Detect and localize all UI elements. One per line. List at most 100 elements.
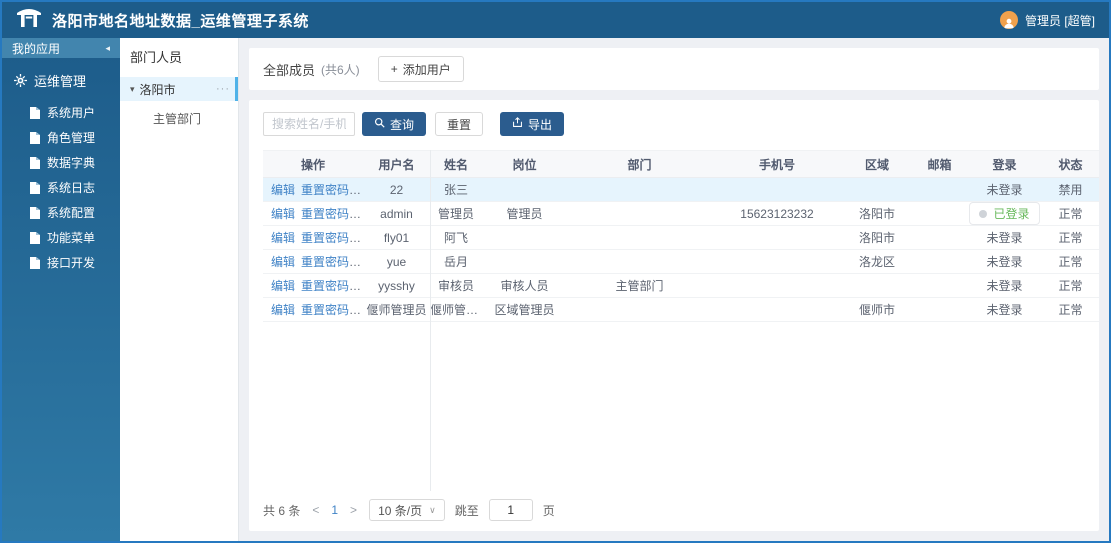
name-cell: 管理员 [430,201,482,226]
next-page-button[interactable]: > [348,503,359,517]
column-header-岗位: 岗位 [482,150,567,178]
edit-link[interactable]: 编辑 [271,303,295,317]
actions-cell: 编辑重置密码删除 [263,177,363,202]
sidebar-item-系统日志[interactable]: 系统日志 [2,175,120,200]
query-button[interactable]: 查询 [362,112,427,136]
edit-link[interactable]: 编辑 [271,231,295,245]
jump-page-input[interactable] [488,499,533,521]
current-page[interactable]: 1 [331,503,338,517]
sidebar-apps-bar[interactable]: 我的应用 ◂ [2,38,120,58]
pagination-total: 共 6 条 [263,503,301,518]
reset-password-link[interactable]: 重置密码 [301,183,349,197]
tree-caret-icon[interactable]: ▾ [130,84,135,95]
file-icon [30,231,40,244]
sidebar-item-角色管理[interactable]: 角色管理 [2,125,120,150]
dept-cell [567,201,712,226]
post-cell: 区域管理员 [482,297,567,322]
reset-password-link[interactable]: 重置密码 [301,279,349,293]
search-input[interactable] [263,112,355,136]
page-size-select[interactable]: 10 条/页 ∨ [369,499,445,521]
file-icon [30,131,40,144]
reset-password-link[interactable]: 重置密码 [301,303,349,317]
users-table-zone: 操作用户名姓名岗位部门手机号区域邮箱登录状态 编辑重置密码删除22张三未登录禁用… [263,150,1099,491]
column-header-姓名: 姓名 [430,150,482,178]
actions-cell: 编辑重置密码删除 [263,297,363,322]
login-cell: 未登录 [967,273,1042,298]
sidebar-item-系统配置[interactable]: 系统配置 [2,200,120,225]
sidebar-item-系统用户[interactable]: 系统用户 [2,100,120,125]
sidebar-item-label: 角色管理 [47,131,96,145]
column-header-操作: 操作 [263,150,363,178]
edit-link[interactable]: 编辑 [271,255,295,269]
username-cell: 22 [363,177,430,202]
username-cell: fly01 [363,225,430,250]
main-area: 全部成员 (共6人) + 添加用户 搜索姓名/手机号 查询 重置 导出 操作 用… [239,38,1109,541]
reset-password-link[interactable]: 重置密码 [301,231,349,245]
actions-cell: 编辑重置密码删除 [263,225,363,250]
sidebar-item-功能菜单[interactable]: 功能菜单 [2,225,120,250]
status-cell: 正常 [1042,273,1099,298]
sidebar-group-ops[interactable]: 运维管理 [2,58,120,100]
department-panel-title: 部门人员 [130,50,183,65]
email-cell [912,297,967,322]
prev-page-button[interactable]: < [310,503,321,517]
tree-node-city[interactable]: ▾ 洛阳市 ··· [120,77,238,101]
sidebar-item-label: 系统配置 [47,206,96,220]
members-toolbar: 全部成员 (共6人) + 添加用户 [249,48,1099,90]
email-cell [912,201,967,226]
plus-icon: + [390,62,398,76]
actions-cell: 编辑重置密码删除 [263,201,363,226]
tree-node-dept[interactable]: 主管部门 [120,101,238,127]
login-cell: 未登录 [967,177,1042,202]
column-header-状态: 状态 [1042,150,1099,178]
sidebar-item-label: 接口开发 [47,256,96,270]
dept-cell: 主管部门 [567,273,712,298]
email-cell [912,249,967,274]
region-cell: 洛阳市 [842,201,912,226]
sidebar-item-数据字典[interactable]: 数据字典 [2,150,120,175]
post-cell [482,225,567,250]
collapse-arrow-icon[interactable]: ◂ [105,43,110,54]
phone-cell [712,225,842,250]
phone-cell: 15623123232 [712,201,842,226]
table-row: 编辑重置密码删除yysshy审核员审核人员主管部门 未登录正常 [263,273,1099,298]
table-row: 编辑重置密码删除偃师管理员偃师管理员区域管理员偃师市未登录正常 [263,297,1099,322]
sidebar-item-label: 功能菜单 [47,231,96,245]
status-cell: 正常 [1042,225,1099,250]
status-cell: 正常 [1042,201,1099,226]
edit-link[interactable]: 编辑 [271,279,295,293]
post-cell [482,249,567,274]
export-button[interactable]: 导出 [500,112,565,136]
users-card: 查询 重置 导出 [249,100,1099,531]
tree-more-icon[interactable]: ··· [216,83,230,95]
dept-cell [567,249,712,274]
app-header: 洛阳市地名地址数据_运维管理子系统 管理员 [超管] [2,2,1109,38]
table-row: 编辑重置密码删除admin管理员管理员15623123232洛阳市已登录正常 [263,201,1099,226]
email-cell [912,225,967,250]
user-menu[interactable]: 管理员 [超管] [999,11,1095,29]
username-cell: yysshy [363,273,430,298]
name-cell: 岳月 [430,249,482,274]
add-user-button[interactable]: + 添加用户 [377,56,464,82]
region-cell [842,273,912,298]
username-cell: 偃师管理员 [363,297,430,322]
sidebar-item-接口开发[interactable]: 接口开发 [2,250,120,275]
content-area: 我的应用 ◂ 运维管理 系统用户角色管理数据字典系统日志系统配置功能菜单接口开发 [2,38,1109,541]
name-cell: 审核员 [430,273,482,298]
sidebar-menu: 系统用户角色管理数据字典系统日志系统配置功能菜单接口开发 [2,100,120,275]
edit-link[interactable]: 编辑 [271,183,295,197]
reset-password-link[interactable]: 重置密码 [301,207,349,221]
reset-password-link[interactable]: 重置密码 [301,255,349,269]
region-cell: 洛龙区 [842,249,912,274]
table-row: 编辑重置密码删除22张三 未登录禁用 [263,177,1099,202]
search-icon [374,117,385,131]
login-cell: 未登录 [967,249,1042,274]
page-suffix-label: 页 [542,503,555,518]
email-cell [912,273,967,298]
user-avatar[interactable] [999,11,1018,29]
reset-button[interactable]: 重置 [435,112,484,136]
app-logo-gate-icon [16,7,42,34]
sidebar-item-label: 系统日志 [47,181,96,195]
username-cell: yue [363,249,430,274]
edit-link[interactable]: 编辑 [271,207,295,221]
